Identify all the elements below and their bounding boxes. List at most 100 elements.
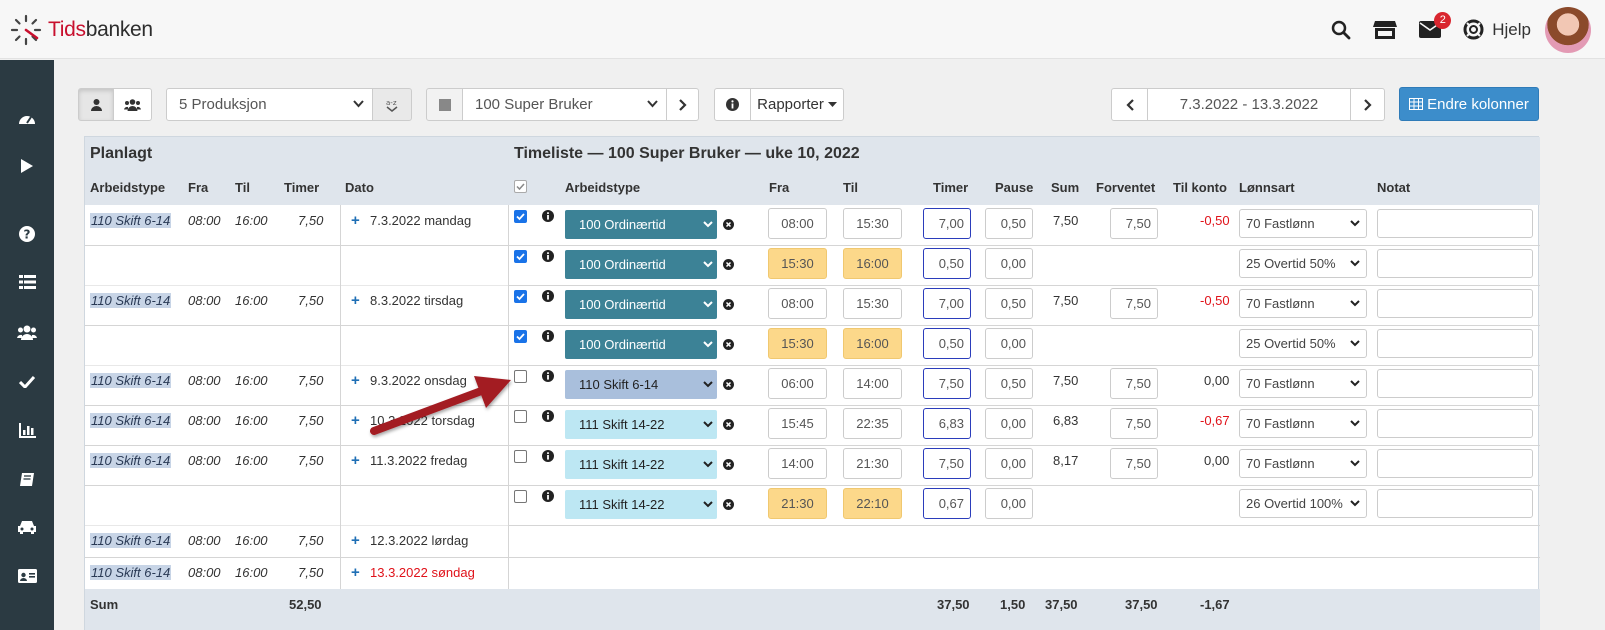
entry-checkbox[interactable] <box>514 210 527 223</box>
entry-arbeidstype-select[interactable]: 100 Ordinærtid <box>565 290 717 319</box>
planned-dato[interactable]: 7.3.2022 mandag <box>370 213 471 228</box>
dashboard-icon[interactable] <box>15 106 39 130</box>
entry-notat-input[interactable] <box>1377 249 1533 278</box>
entry-lonnsart-select[interactable]: 70 Fastlønn <box>1239 369 1367 398</box>
group-toggle[interactable] <box>113 88 152 121</box>
entry-forventet-input[interactable]: 7,50 <box>1110 288 1158 319</box>
entry-fra-input[interactable]: 15:30 <box>768 328 827 359</box>
entry-timer-input[interactable]: 0,50 <box>923 328 971 359</box>
entry-fra-input[interactable]: 15:30 <box>768 248 827 279</box>
entry-checkbox[interactable] <box>514 450 527 463</box>
list-icon[interactable] <box>15 270 39 294</box>
entry-arbeidstype-select[interactable]: 111 Skift 14-22 <box>565 410 717 439</box>
entry-notat-input[interactable] <box>1377 209 1533 238</box>
planned-dato[interactable]: 13.3.2022 søndag <box>370 565 475 580</box>
entry-til-input[interactable]: 16:00 <box>843 328 902 359</box>
entry-pause-input[interactable]: 0,00 <box>985 488 1033 519</box>
entry-til-input[interactable]: 15:30 <box>843 208 902 239</box>
entry-til-input[interactable]: 15:30 <box>843 288 902 319</box>
entry-arbeidstype-select[interactable]: 100 Ordinærtid <box>565 250 717 279</box>
single-user-toggle[interactable] <box>78 88 114 121</box>
planned-dato[interactable]: 11.3.2022 fredag <box>370 453 467 468</box>
info-icon[interactable] <box>542 450 554 462</box>
planned-dato[interactable]: 8.3.2022 tirsdag <box>370 293 463 308</box>
entry-timer-input[interactable]: 7,00 <box>923 208 971 239</box>
info-icon[interactable] <box>542 290 554 302</box>
entry-fra-input[interactable]: 15:45 <box>768 408 827 439</box>
store-icon[interactable] <box>1373 20 1398 40</box>
entry-pause-input[interactable]: 0,50 <box>985 368 1033 399</box>
entry-pause-input[interactable]: 0,00 <box>985 448 1033 479</box>
remove-entry-icon[interactable] <box>723 219 734 230</box>
entry-til-input[interactable]: 14:00 <box>843 368 902 399</box>
play-icon[interactable] <box>15 154 39 178</box>
remove-entry-icon[interactable] <box>723 459 734 470</box>
info-button[interactable] <box>714 88 751 121</box>
remove-entry-icon[interactable] <box>723 259 734 270</box>
entry-checkbox[interactable] <box>514 330 527 343</box>
add-entry-icon[interactable]: + <box>351 564 360 581</box>
next-employee-button[interactable] <box>666 88 699 121</box>
reports-dropdown[interactable]: Rapporter <box>750 88 844 121</box>
entry-notat-input[interactable] <box>1377 289 1533 318</box>
entry-pause-input[interactable]: 0,00 <box>985 408 1033 439</box>
entry-arbeidstype-select[interactable]: 100 Ordinærtid <box>565 330 717 359</box>
entry-notat-input[interactable] <box>1377 489 1533 518</box>
info-icon[interactable] <box>542 210 554 222</box>
prev-week-button[interactable] <box>1111 88 1148 121</box>
remove-entry-icon[interactable] <box>723 499 734 510</box>
add-entry-icon[interactable]: + <box>351 412 360 429</box>
help-button[interactable]: Hjelp <box>1463 19 1531 40</box>
entry-timer-input[interactable]: 7,50 <box>923 368 971 399</box>
next-week-button[interactable] <box>1350 88 1385 121</box>
book-icon[interactable] <box>15 467 39 491</box>
info-icon[interactable] <box>542 410 554 422</box>
entry-lonnsart-select[interactable]: 70 Fastlønn <box>1239 209 1367 238</box>
add-entry-icon[interactable]: + <box>351 292 360 309</box>
entry-til-input[interactable]: 22:35 <box>843 408 902 439</box>
info-icon[interactable] <box>542 370 554 382</box>
entry-arbeidstype-select[interactable]: 110 Skift 6-14 <box>565 370 717 399</box>
entry-timer-input[interactable]: 6,83 <box>923 408 971 439</box>
search-icon[interactable] <box>1331 20 1351 40</box>
entry-til-input[interactable]: 22:10 <box>843 488 902 519</box>
tidsbanken-logo[interactable]: Tidsbanken <box>10 14 153 46</box>
entry-forventet-input[interactable]: 7,50 <box>1110 448 1158 479</box>
entry-lonnsart-select[interactable]: 25 Overtid 50% <box>1239 329 1367 358</box>
entry-fra-input[interactable]: 14:00 <box>768 448 827 479</box>
entry-lonnsart-select[interactable]: 70 Fastlønn <box>1239 409 1367 438</box>
entry-arbeidstype-select[interactable]: 100 Ordinærtid <box>565 210 717 239</box>
entry-pause-input[interactable]: 0,00 <box>985 248 1033 279</box>
add-entry-icon[interactable]: + <box>351 532 360 549</box>
entry-fra-input[interactable]: 21:30 <box>768 488 827 519</box>
info-icon[interactable] <box>542 330 554 342</box>
entry-lonnsart-select[interactable]: 70 Fastlønn <box>1239 289 1367 318</box>
entry-timer-input[interactable]: 0,67 <box>923 488 971 519</box>
entry-notat-input[interactable] <box>1377 369 1533 398</box>
question-icon[interactable]: ? <box>15 222 39 246</box>
employee-status-button[interactable] <box>426 88 463 121</box>
entry-fra-input[interactable]: 08:00 <box>768 288 827 319</box>
entry-pause-input[interactable]: 0,50 <box>985 208 1033 239</box>
entry-notat-input[interactable] <box>1377 409 1533 438</box>
entry-checkbox[interactable] <box>514 490 527 503</box>
employee-select[interactable]: 100 Super Bruker <box>462 88 667 121</box>
entry-notat-input[interactable] <box>1377 329 1533 358</box>
entry-checkbox[interactable] <box>514 250 527 263</box>
entry-fra-input[interactable]: 08:00 <box>768 208 827 239</box>
entry-pause-input[interactable]: 0,00 <box>985 328 1033 359</box>
mail-icon[interactable]: 2 <box>1419 12 1452 38</box>
entry-pause-input[interactable]: 0,50 <box>985 288 1033 319</box>
entry-timer-input[interactable]: 0,50 <box>923 248 971 279</box>
entry-arbeidstype-select[interactable]: 111 Skift 14-22 <box>565 450 717 479</box>
entry-forventet-input[interactable]: 7,50 <box>1110 208 1158 239</box>
entry-forventet-input[interactable]: 7,50 <box>1110 368 1158 399</box>
entry-til-input[interactable]: 21:30 <box>843 448 902 479</box>
remove-entry-icon[interactable] <box>723 339 734 350</box>
select-all-checkbox[interactable] <box>514 180 527 193</box>
entry-fra-input[interactable]: 06:00 <box>768 368 827 399</box>
info-icon[interactable] <box>542 250 554 262</box>
entry-forventet-input[interactable]: 7,50 <box>1110 408 1158 439</box>
remove-entry-icon[interactable] <box>723 419 734 430</box>
chart-icon[interactable] <box>15 418 39 442</box>
